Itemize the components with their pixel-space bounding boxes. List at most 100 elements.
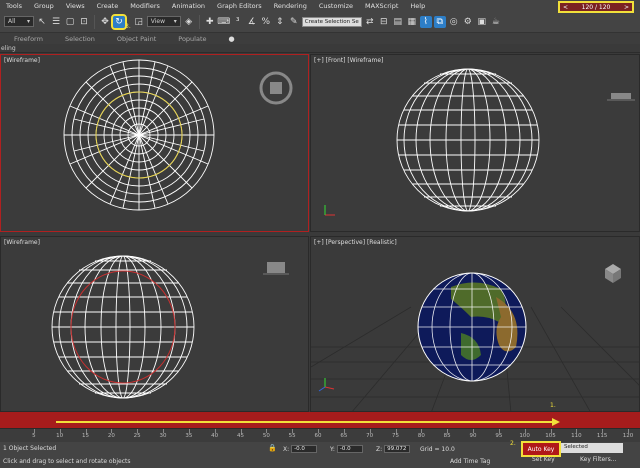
viewport-perspective-canvas (311, 264, 639, 411)
menu-graph-editors[interactable]: Graph Editors (211, 2, 268, 10)
viewport-left[interactable]: [Wireframe] (0, 236, 309, 412)
ruler-tick-label: 45 (237, 433, 244, 439)
layer-manager-icon[interactable]: ▤ (392, 16, 404, 28)
mirror-icon[interactable]: ⇄ (364, 16, 376, 28)
annotation-arrow-line (56, 421, 556, 423)
scale-icon[interactable]: ◲ (133, 16, 145, 28)
axis-tripod-icon (324, 205, 335, 216)
selection-filter-value: All (8, 18, 16, 25)
axis-tripod-icon (318, 378, 335, 392)
rendered-frame-icon[interactable]: ▣ (476, 16, 488, 28)
prompt-line: Click and drag to select and rotate obje… (3, 458, 131, 465)
set-key-button[interactable]: Set Key (532, 456, 555, 463)
render-setup-icon[interactable]: ⚙ (462, 16, 474, 28)
ruler-tick-label: 70 (366, 433, 374, 439)
ribbon-panel-label: eling (1, 45, 16, 52)
step-1-marker: 1. (550, 402, 556, 409)
menu-customize[interactable]: Customize (313, 2, 359, 10)
add-time-tag-button[interactable]: Add Time Tag (450, 458, 490, 465)
viewcube-icon (605, 264, 621, 283)
auto-key-button[interactable]: Auto Key (521, 441, 561, 457)
menu-rendering[interactable]: Rendering (268, 2, 313, 10)
key-mode-selected-field[interactable]: Selected (561, 443, 623, 453)
sphere-wireframe-front (396, 68, 540, 212)
window-crossing-icon[interactable]: ⊡ (78, 16, 90, 28)
select-by-name-icon[interactable]: ☰ (50, 16, 62, 28)
globe-earth (417, 272, 527, 382)
ruler-tick-label: 90 (469, 433, 477, 439)
move-icon[interactable]: ✥ (99, 16, 111, 28)
x-field[interactable]: -0.0 (291, 445, 318, 453)
viewcube-icon (259, 71, 293, 105)
tab-freeform[interactable]: Freeform (0, 35, 65, 43)
tab-populate[interactable]: Populate (178, 35, 228, 43)
lock-icon[interactable]: 🔒 (268, 444, 277, 452)
next-frame-icon[interactable]: > (624, 4, 629, 11)
frame-counter: 120 / 120 (581, 3, 611, 11)
menu-tools[interactable]: Tools (0, 2, 28, 10)
toolbar-divider (198, 14, 200, 29)
angle-snap-icon[interactable]: ∡ (246, 16, 258, 28)
menu-animation[interactable]: Animation (166, 2, 211, 10)
chevron-down-icon: ▾ (26, 18, 30, 25)
ruler-tick-label: 60 (314, 433, 322, 439)
spinner-snap-icon[interactable]: ⇕ (274, 16, 286, 28)
edit-named-selection-icon[interactable]: ✎ (288, 16, 300, 28)
ruler-tick-label: 30 (159, 433, 167, 439)
ruler-tick-label: 20 (107, 433, 115, 439)
time-ruler[interactable]: 5 10 15 20 25 30 35 40 45 50 55 60 65 70 75 80 85 90 95 100… (0, 428, 640, 442)
align-icon[interactable]: ⊟ (378, 16, 390, 28)
ribbon-panel: eling (0, 44, 640, 53)
menu-create[interactable]: Create (91, 2, 125, 10)
menu-maxscript[interactable]: MAXScript (359, 2, 404, 10)
ruler-tick-label: 110 (571, 433, 582, 439)
rotate-icon[interactable]: ↻ (111, 13, 127, 30)
ribbon-options-icon[interactable]: ● (229, 35, 257, 43)
tab-object-paint[interactable]: Object Paint (117, 35, 178, 43)
curve-editor-icon[interactable]: ⌇ (419, 15, 432, 28)
pivot-center-icon[interactable]: ◈ (183, 16, 195, 28)
ruler-tick-label: 40 (211, 433, 219, 439)
menu-views[interactable]: Views (60, 2, 91, 10)
menu-help[interactable]: Help (404, 2, 431, 10)
named-selection-field[interactable]: Create Selection Se (301, 16, 362, 27)
y-field[interactable]: -0.0 (336, 445, 363, 453)
snap-3d-icon[interactable]: ³ (232, 16, 244, 28)
rect-selection-icon[interactable]: ▢ (64, 16, 76, 28)
key-filters-button[interactable]: Key Filters... (580, 456, 617, 463)
reference-coord-dropdown[interactable]: View ▾ (146, 16, 181, 27)
z-field[interactable]: 99.072 (384, 445, 411, 453)
grid-size: Grid = 10.0 (420, 446, 455, 453)
selection-filter-dropdown[interactable]: All ▾ (4, 16, 34, 27)
viewport-front[interactable]: [+] [Front] [Wireframe] (310, 54, 640, 232)
menu-modifiers[interactable]: Modifiers (124, 2, 166, 10)
ruler-tick-label: 65 (340, 433, 348, 439)
coord-y: Y: -0.0 (330, 445, 363, 453)
coord-z: Z: 99.072 (376, 445, 411, 453)
toolbar-divider (94, 14, 95, 29)
time-slider-thumb[interactable]: < 120 / 120 > (558, 1, 634, 13)
time-slider-track[interactable] (0, 412, 640, 428)
viewport-perspective[interactable]: [+] [Perspective] [Realistic] (310, 236, 640, 412)
viewport-left-canvas (51, 255, 289, 399)
reference-coord-value: View (150, 18, 165, 25)
prev-frame-icon[interactable]: < (563, 4, 568, 11)
graphite-tools-icon[interactable]: ▦ (406, 16, 418, 28)
ruler-tick-label: 25 (133, 433, 141, 439)
select-manipulate-icon[interactable]: ✚ (204, 16, 216, 28)
schematic-view-icon[interactable]: ⧉ (433, 15, 446, 28)
keyboard-shortcut-icon[interactable]: ⌨ (217, 16, 230, 28)
select-object-icon[interactable]: ↖ (36, 16, 48, 28)
ruler-tick-label: 5 (32, 433, 36, 439)
ruler-tick-label: 115 (596, 433, 608, 439)
tab-selection[interactable]: Selection (65, 35, 117, 43)
x-label: X: (283, 445, 290, 453)
viewcube-icon (263, 262, 289, 275)
main-toolbar: All ▾ ↖ ☰ ▢ ⊡ ✥ ↻ 3. ◲ View ▾ ◈ ✚ ⌨ ³ ∡ % … (0, 11, 640, 33)
menu-group[interactable]: Group (28, 2, 60, 10)
viewport-top[interactable]: [Wireframe] (0, 54, 309, 232)
step-2-marker: 2. (510, 440, 516, 447)
render-production-icon[interactable]: ☕ (490, 16, 502, 28)
percent-snap-icon[interactable]: % (260, 16, 272, 28)
material-editor-icon[interactable]: ◎ (448, 16, 460, 28)
